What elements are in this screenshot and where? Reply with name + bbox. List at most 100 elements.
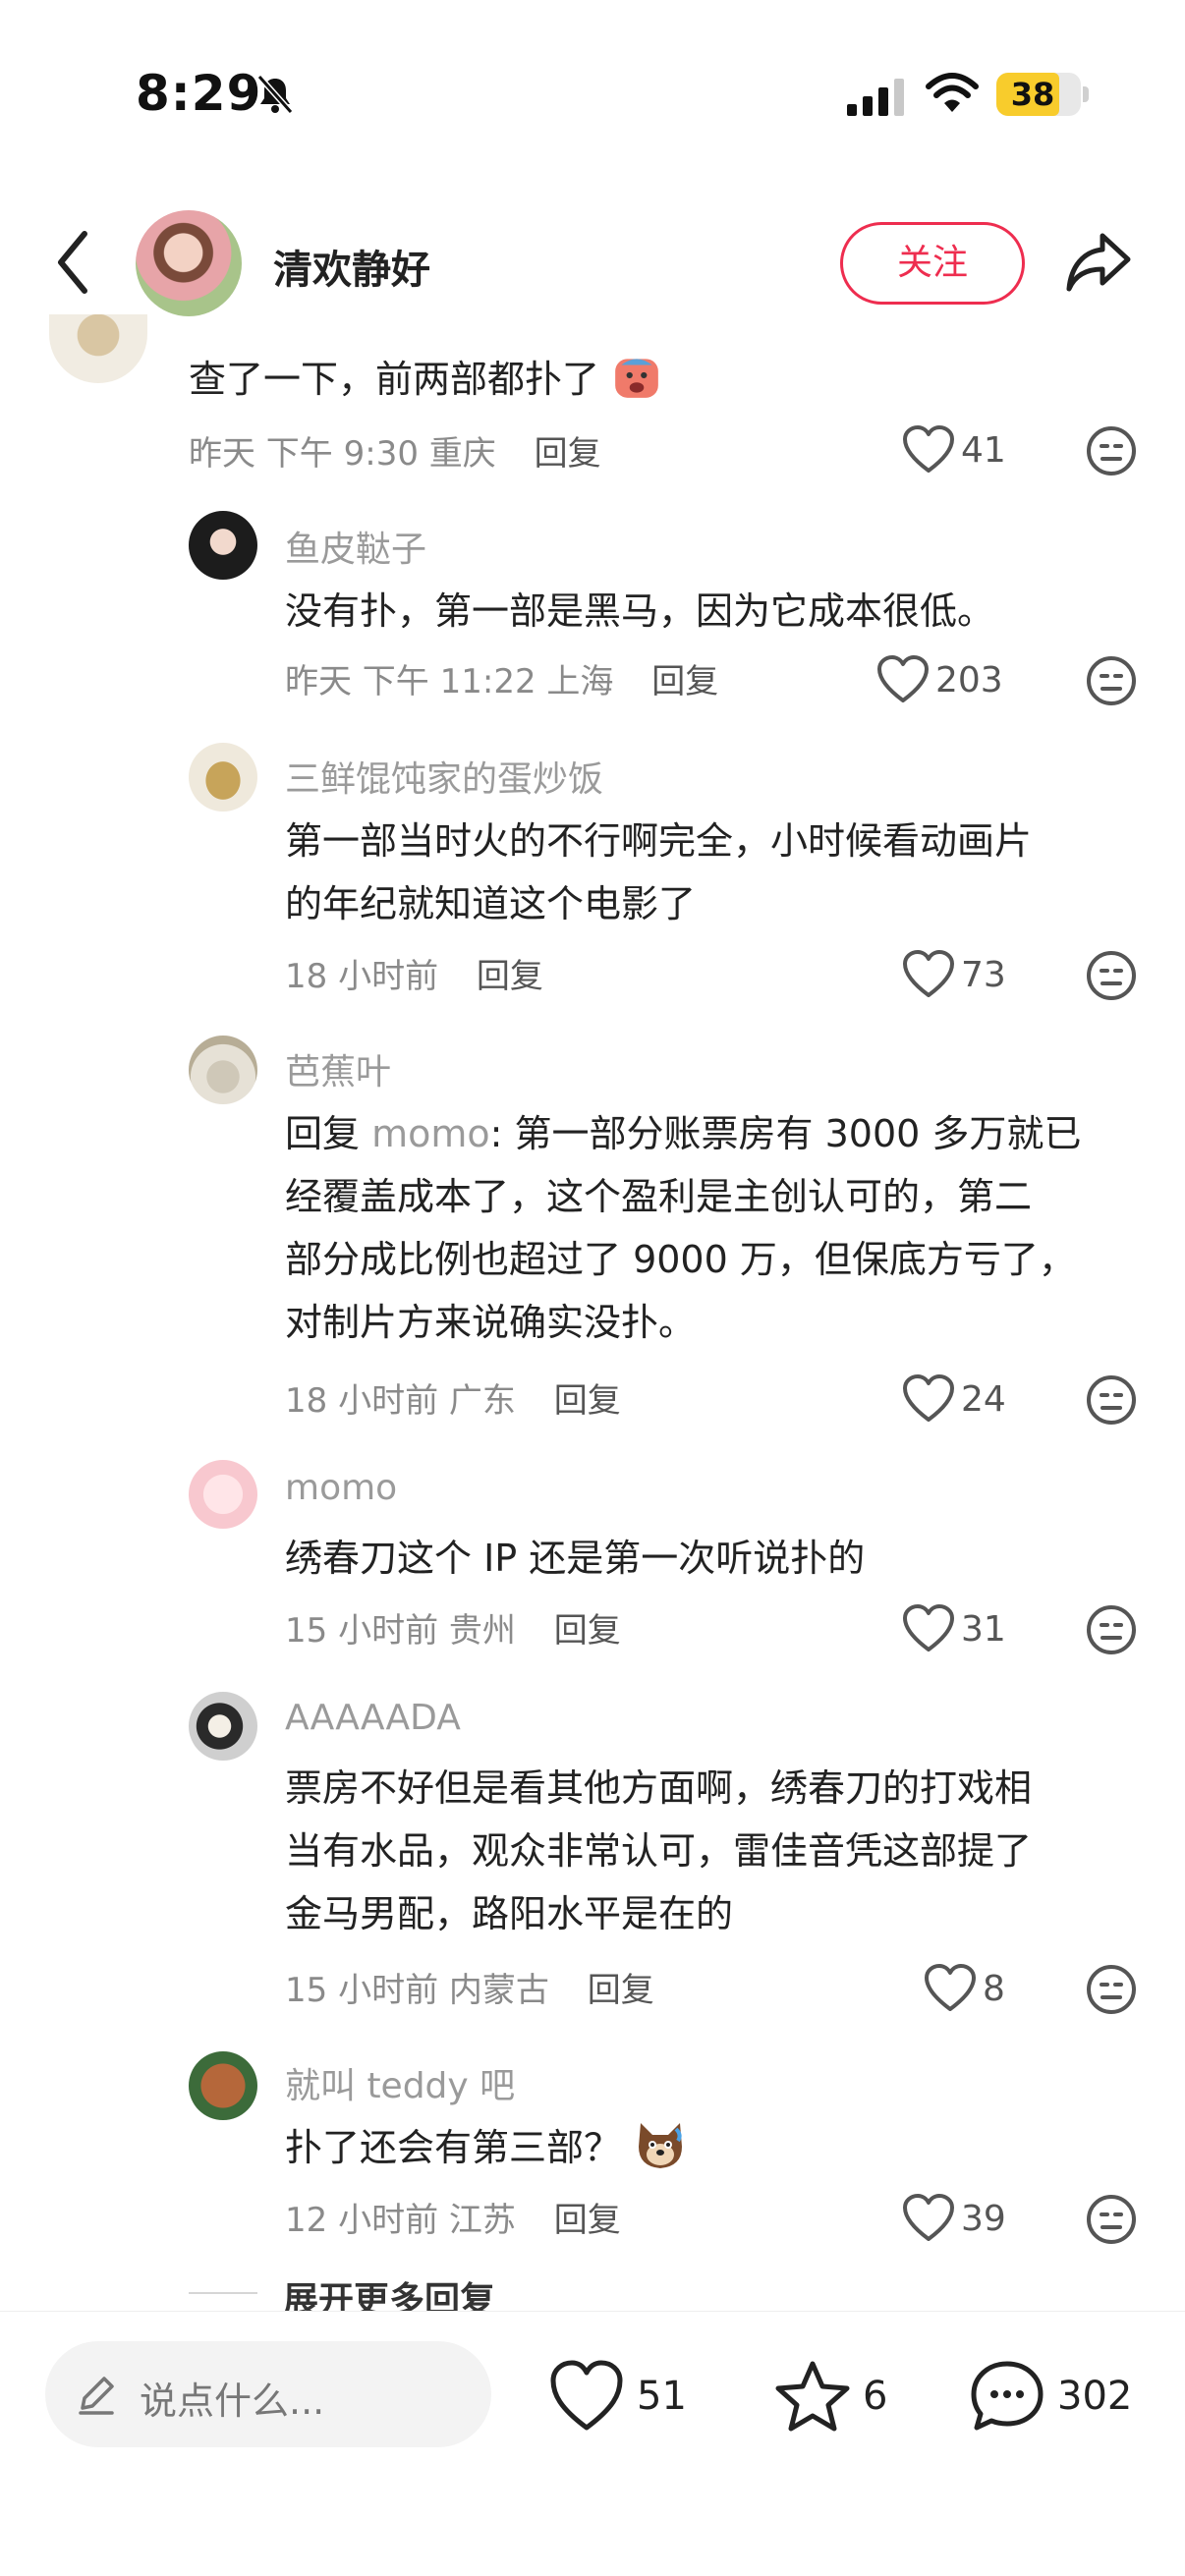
comment-location: 贵州 xyxy=(448,1611,516,1651)
status-bar: 8:29 38 xyxy=(0,0,1185,187)
reply-button[interactable]: 回复 xyxy=(651,662,718,701)
comment-time: 昨天 下午 11:22 xyxy=(285,662,536,701)
comment-location: 江苏 xyxy=(448,2201,516,2240)
heart-icon xyxy=(903,1604,954,1652)
comment-avatar[interactable] xyxy=(189,1460,257,1529)
follow-button[interactable]: 关注 xyxy=(840,222,1025,305)
comment-time: 昨天 下午 9:30 xyxy=(189,434,419,474)
comment-text-line: 对制片方来说确实没扑。 xyxy=(285,1301,697,1344)
collect-post-button[interactable]: 6 xyxy=(774,2357,887,2436)
dislike-icon[interactable] xyxy=(1085,424,1138,477)
comment-text-content: : 第一部分账票房有 3000 多万就已 xyxy=(489,1112,1082,1155)
like-count: 73 xyxy=(961,954,1006,995)
like-button[interactable]: 73 xyxy=(902,945,1006,1004)
comment-avatar[interactable] xyxy=(49,314,147,383)
comment-author[interactable]: 三鲜馄饨家的蛋炒饭 xyxy=(285,751,603,802)
comment-text: 绣春刀这个 IP 还是第一次听说扑的 xyxy=(285,1537,866,1580)
comment-avatar[interactable] xyxy=(189,511,257,580)
like-count: 31 xyxy=(961,1608,1006,1650)
comment-avatar[interactable] xyxy=(189,1036,257,1104)
like-count: 41 xyxy=(961,429,1006,471)
pencil-icon xyxy=(79,2377,114,2415)
comment-meta: 昨天 下午 11:22 上海 回复 xyxy=(285,654,718,702)
like-post-button[interactable]: 51 xyxy=(548,2357,687,2436)
comment-text-line: 回复 momo: 第一部分账票房有 3000 多万就已 xyxy=(285,1102,1081,1165)
comment-author[interactable]: 鱼皮鞑子 xyxy=(285,521,426,572)
dislike-icon[interactable] xyxy=(1085,1603,1138,1656)
star-icon xyxy=(775,2361,850,2432)
like-button[interactable]: 8 xyxy=(924,1959,1005,2018)
reply-button[interactable]: 回复 xyxy=(477,957,543,996)
author-avatar[interactable] xyxy=(136,210,242,316)
heart-icon xyxy=(903,1374,954,1422)
comment-author[interactable]: AAAAADA xyxy=(285,1698,461,1738)
like-count: 24 xyxy=(961,1378,1006,1420)
heart-icon xyxy=(550,2360,623,2431)
comment-location: 重庆 xyxy=(428,434,496,474)
like-button[interactable]: 31 xyxy=(902,1599,1006,1658)
share-icon[interactable] xyxy=(1063,228,1134,297)
comment-author[interactable]: momo xyxy=(285,1468,397,1508)
like-button[interactable]: 203 xyxy=(876,650,1003,709)
signal-icon xyxy=(847,79,904,116)
comment-meta: 昨天 下午 9:30 重庆 回复 xyxy=(189,426,601,475)
battery-level: 38 xyxy=(1010,76,1055,113)
comment-avatar[interactable] xyxy=(189,2051,257,2120)
author-name[interactable]: 清欢静好 xyxy=(273,238,430,295)
dislike-icon[interactable] xyxy=(1085,654,1138,707)
bottom-action-bar: 说点什么... 51 6 302 xyxy=(0,2311,1185,2576)
comment-time: 18 小时前 xyxy=(285,957,439,996)
like-count: 203 xyxy=(935,659,1003,700)
back-icon[interactable] xyxy=(51,228,94,297)
post-like-count: 51 xyxy=(637,2374,687,2419)
heart-icon xyxy=(925,1964,976,2011)
comment-input[interactable]: 说点什么... xyxy=(45,2341,491,2447)
heart-icon xyxy=(903,425,954,473)
post-comment-count: 302 xyxy=(1057,2374,1133,2419)
comment-text-line: 经覆盖成本了，这个盈利是主创认可的，第二 xyxy=(285,1175,1033,1218)
like-button[interactable]: 24 xyxy=(902,1370,1006,1428)
comment-author[interactable]: 芭蕉叶 xyxy=(285,1043,391,1094)
comment-placeholder: 说点什么... xyxy=(140,2380,325,2423)
dislike-icon[interactable] xyxy=(1085,1373,1138,1427)
crying-emoji-icon xyxy=(615,359,658,398)
battery-tip xyxy=(1083,86,1089,102)
comment-avatar[interactable] xyxy=(189,1692,257,1761)
dislike-icon[interactable] xyxy=(1085,1963,1138,2016)
like-count: 8 xyxy=(983,1968,1005,2009)
comment-author[interactable]: 就叫 teddy 吧 xyxy=(285,2057,515,2108)
comment-meta: 12 小时前 江苏 回复 xyxy=(285,2193,621,2241)
reply-prefix: 回复 xyxy=(285,1112,372,1155)
comments-button[interactable]: 302 xyxy=(969,2357,1132,2436)
comment-meta: 18 小时前 广东 回复 xyxy=(285,1373,621,1422)
heart-icon xyxy=(877,655,929,702)
like-button[interactable]: 39 xyxy=(902,2189,1006,2248)
like-count: 39 xyxy=(961,2198,1006,2239)
reply-button[interactable]: 回复 xyxy=(535,434,601,474)
comment-meta: 15 小时前 内蒙古 回复 xyxy=(285,1963,654,2011)
bell-muted-icon xyxy=(256,75,294,114)
reply-button[interactable]: 回复 xyxy=(554,2201,621,2240)
comment-text: 没有扑，第一部是黑马，因为它成本很低。 xyxy=(285,589,995,633)
like-button[interactable]: 41 xyxy=(902,420,1006,479)
comment-location: 广东 xyxy=(448,1381,516,1421)
heart-icon xyxy=(903,950,954,997)
comment-time: 15 小时前 xyxy=(285,1611,439,1651)
comment-text-line: 第一部当时火的不行啊完全，小时候看动画片 xyxy=(285,819,1033,863)
comment-text-line: 金马男配，路阳水平是在的 xyxy=(285,1892,734,1935)
comment-text: 扑了还会有第三部？ xyxy=(285,2116,688,2179)
comment-text-content: 扑了还会有第三部？ xyxy=(285,2126,622,2169)
more-replies-divider xyxy=(189,2292,257,2294)
comment-meta: 18 小时前 回复 xyxy=(285,949,543,997)
reply-button[interactable]: 回复 xyxy=(554,1381,621,1421)
battery-icon: 38 xyxy=(996,73,1081,116)
dislike-icon[interactable] xyxy=(1085,2193,1138,2246)
reply-target-user[interactable]: momo xyxy=(371,1112,490,1155)
comment-avatar[interactable] xyxy=(189,743,257,812)
dislike-icon[interactable] xyxy=(1085,949,1138,1002)
comment-location: 上海 xyxy=(546,662,614,701)
reply-button[interactable]: 回复 xyxy=(554,1611,621,1651)
comment-text-line: 部分成比例也超过了 9000 万，但保底方亏了， xyxy=(285,1238,1076,1281)
reply-button[interactable]: 回复 xyxy=(588,1971,654,2010)
comment-time: 18 小时前 xyxy=(285,1381,439,1421)
